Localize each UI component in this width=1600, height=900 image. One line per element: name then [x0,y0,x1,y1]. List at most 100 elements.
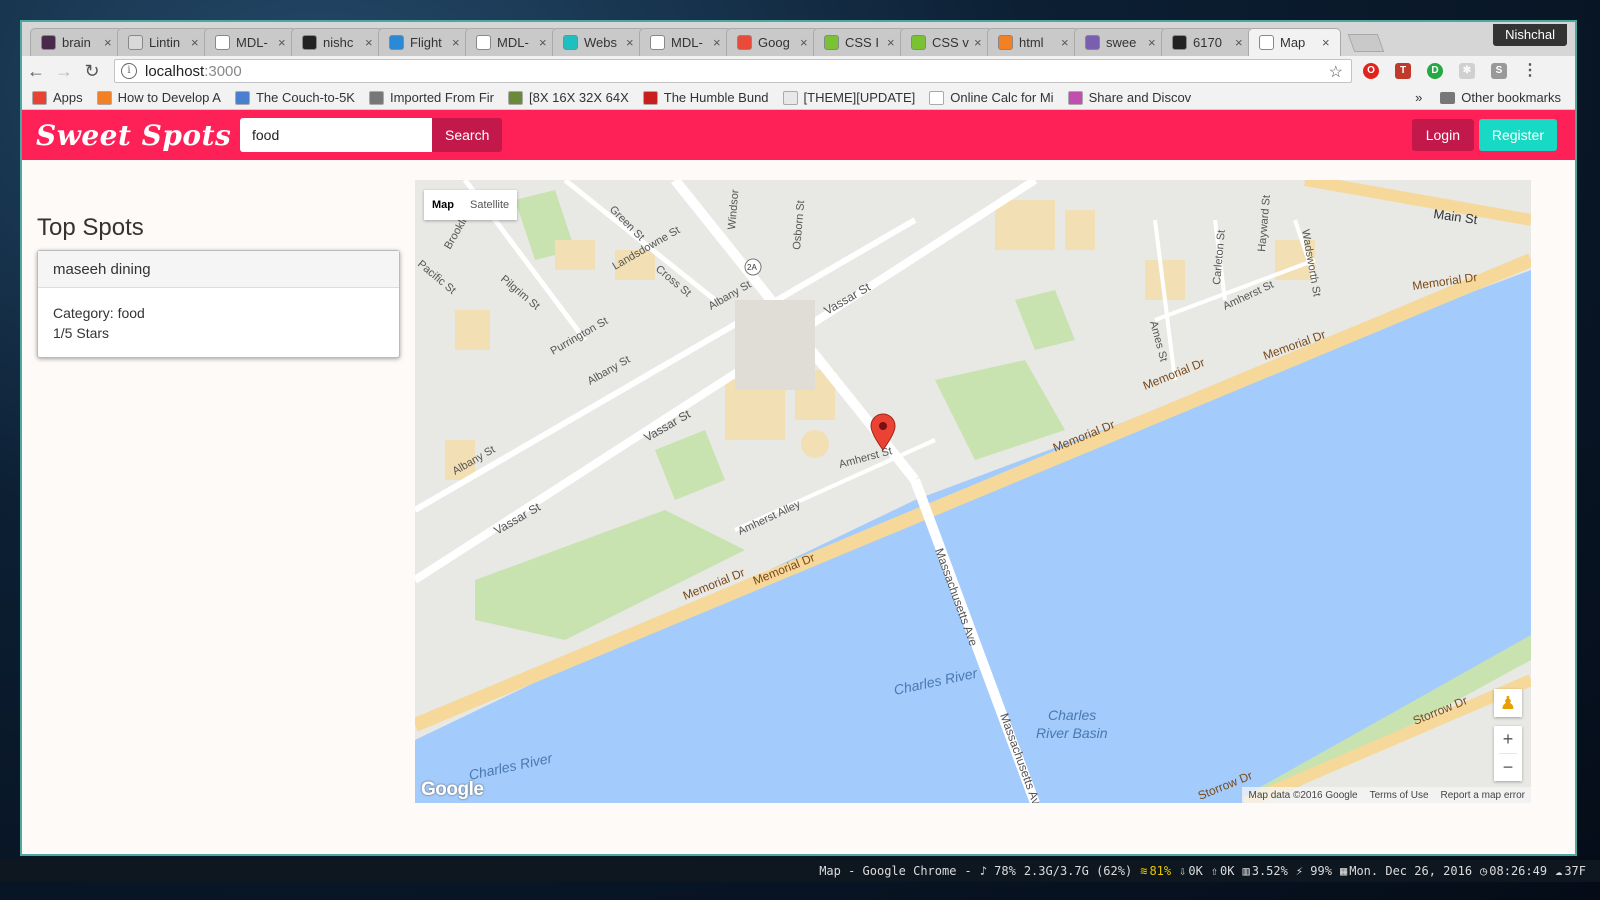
bookmark-item[interactable]: [THEME][UPDATE] [782,90,915,105]
tab-close-icon[interactable]: × [1148,35,1160,50]
tab-close-icon[interactable]: × [452,35,464,50]
bookmark-label: The Humble Bund [663,90,769,105]
tab-close-icon[interactable]: × [191,35,203,50]
browser-tab[interactable]: Webs × [552,28,645,56]
tab-favicon-icon [1172,35,1187,50]
browser-tab[interactable]: Goog × [726,28,819,56]
upload-icon: ⇧ [1210,864,1219,878]
tab-close-icon[interactable]: × [104,35,116,50]
tab-close-icon[interactable]: × [278,35,290,50]
zoom-in-button[interactable]: + [1494,726,1522,753]
bookmark-favicon-icon [234,90,250,105]
tab-favicon-icon [302,35,317,50]
tab-favicon-icon [998,35,1013,50]
browser-tab[interactable]: MDL- × [204,28,297,56]
bookmarks-bar: Apps How to Develop A The Couch-to-5K Impor… [22,86,1575,110]
bookmark-label: Imported From Fir [389,90,494,105]
green-extension-icon[interactable]: D [1427,63,1443,79]
opera-extension-icon[interactable]: O [1363,63,1379,79]
google-logo[interactable]: Google [421,779,484,801]
taskbar-date: Mon. Dec 26, 2016 [1349,864,1473,878]
tab-favicon-icon [128,35,143,50]
bookmark-item[interactable]: Share and Discov [1067,90,1191,105]
taskbar-memory: 2.3G/3.7G (62%) [1023,864,1133,878]
address-bar[interactable]: i localhost:3000 ☆ [114,59,1352,83]
tab-close-icon[interactable]: × [539,35,551,50]
bookmarks-overflow-icon[interactable]: » [1415,90,1422,105]
browser-tab[interactable]: swee × [1074,28,1167,56]
browser-tab[interactable]: brain × [30,28,123,56]
zoom-out-button[interactable]: − [1494,754,1522,781]
new-tab-button[interactable] [1347,34,1385,52]
browser-tab[interactable]: MDL- × [639,28,732,56]
search-input[interactable] [240,118,432,152]
map-type-satellite-button[interactable]: Satellite [462,190,517,220]
spot-category: Category: food [53,305,145,321]
map-type-map-button[interactable]: Map [424,190,462,220]
menu-icon[interactable]: ⋮ [1522,63,1538,79]
browser-tab[interactable]: MDL- × [465,28,558,56]
map-attribution: Map data ©2016 Google Terms of Use Repor… [1242,787,1531,803]
info-icon[interactable]: i [121,63,137,79]
tab-close-icon[interactable]: × [365,35,377,50]
taskbar-window-title[interactable]: Map - Google Chrome [819,864,956,878]
browser-window: brain × Lintin × MDL- × nishc × Flight × MDL- × Webs… [20,20,1577,856]
browser-tab[interactable]: CSS v × [900,28,993,56]
tab-label: CSS I [845,35,879,50]
browser-tab[interactable]: CSS I × [813,28,906,56]
system-taskbar: Map - Google Chrome - ♪ 78% 2.3G/3.7G (6… [0,860,1600,882]
bookmark-item[interactable]: How to Develop A [96,90,221,105]
grid-extension-icon[interactable]: ✻ [1459,63,1475,79]
browser-tab[interactable]: 6170 × [1161,28,1254,56]
map-view[interactable]: Main St Memorial Dr Memorial Dr Memorial… [415,180,1531,803]
taskbar-time: 08:26:49 [1489,864,1548,878]
other-bookmarks[interactable]: Other bookmarks [1461,90,1561,105]
bookmark-item[interactable]: The Humble Bund [642,90,769,105]
login-button[interactable]: Login [1411,119,1474,151]
tab-strip: brain × Lintin × MDL- × nishc × Flight × MDL- × Webs… [22,22,1575,56]
bookmark-item[interactable]: Apps [32,90,83,105]
tab-label: nishc [323,35,354,50]
bookmark-item[interactable]: Imported From Fir [368,90,494,105]
taskbar-up: 0K [1220,864,1235,878]
bookmark-item[interactable]: The Couch-to-5K [234,90,355,105]
terms-link[interactable]: Terms of Use [1364,790,1435,801]
back-icon[interactable]: ← [22,61,50,82]
s-extension-icon[interactable]: S [1491,63,1507,79]
tab-close-icon[interactable]: × [1235,35,1247,50]
reload-icon[interactable]: ↻ [78,61,106,82]
tab-favicon-icon [215,35,230,50]
t-extension-icon[interactable]: T [1395,63,1411,79]
profile-button[interactable]: Nishchal [1493,24,1567,46]
pegman-icon[interactable]: ♟ [1494,689,1522,717]
spot-card[interactable]: maseeh dining Category: food 1/5 Stars [37,250,400,358]
tab-favicon-icon [1085,35,1100,50]
register-button[interactable]: Register [1478,119,1557,151]
tab-label: CSS v [932,35,969,50]
search-button[interactable]: Search [432,118,503,152]
map-canvas[interactable]: Main St Memorial Dr Memorial Dr Memorial… [415,180,1531,803]
taskbar-volume: ♪ 78% [979,864,1016,878]
brand-logo[interactable]: Sweet Spots [36,119,240,152]
bookmark-item[interactable]: Online Calc for Mi [929,90,1054,105]
browser-tab[interactable]: Map × [1248,28,1341,56]
tab-close-icon[interactable]: × [1061,35,1073,50]
browser-tab[interactable]: html × [987,28,1080,56]
browser-tab[interactable]: Flight × [378,28,471,56]
tab-close-icon[interactable]: × [1322,35,1334,50]
taskbar-down: 0K [1188,864,1203,878]
tab-close-icon[interactable]: × [626,35,638,50]
bookmark-favicon-icon [32,90,47,105]
browser-tab[interactable]: nishc × [291,28,384,56]
tab-close-icon[interactable]: × [887,35,899,50]
tab-close-icon[interactable]: × [713,35,725,50]
tab-close-icon[interactable]: × [800,35,812,50]
bookmark-item[interactable]: [8X 16X 32X 64X [508,90,629,105]
tab-label: MDL- [671,35,703,50]
forward-icon[interactable]: → [50,61,78,82]
browser-tab[interactable]: Lintin × [117,28,210,56]
bookmark-star-icon[interactable]: ☆ [1329,62,1343,82]
folder-icon [1440,91,1456,104]
report-error-link[interactable]: Report a map error [1435,790,1531,801]
tab-close-icon[interactable]: × [974,35,986,50]
